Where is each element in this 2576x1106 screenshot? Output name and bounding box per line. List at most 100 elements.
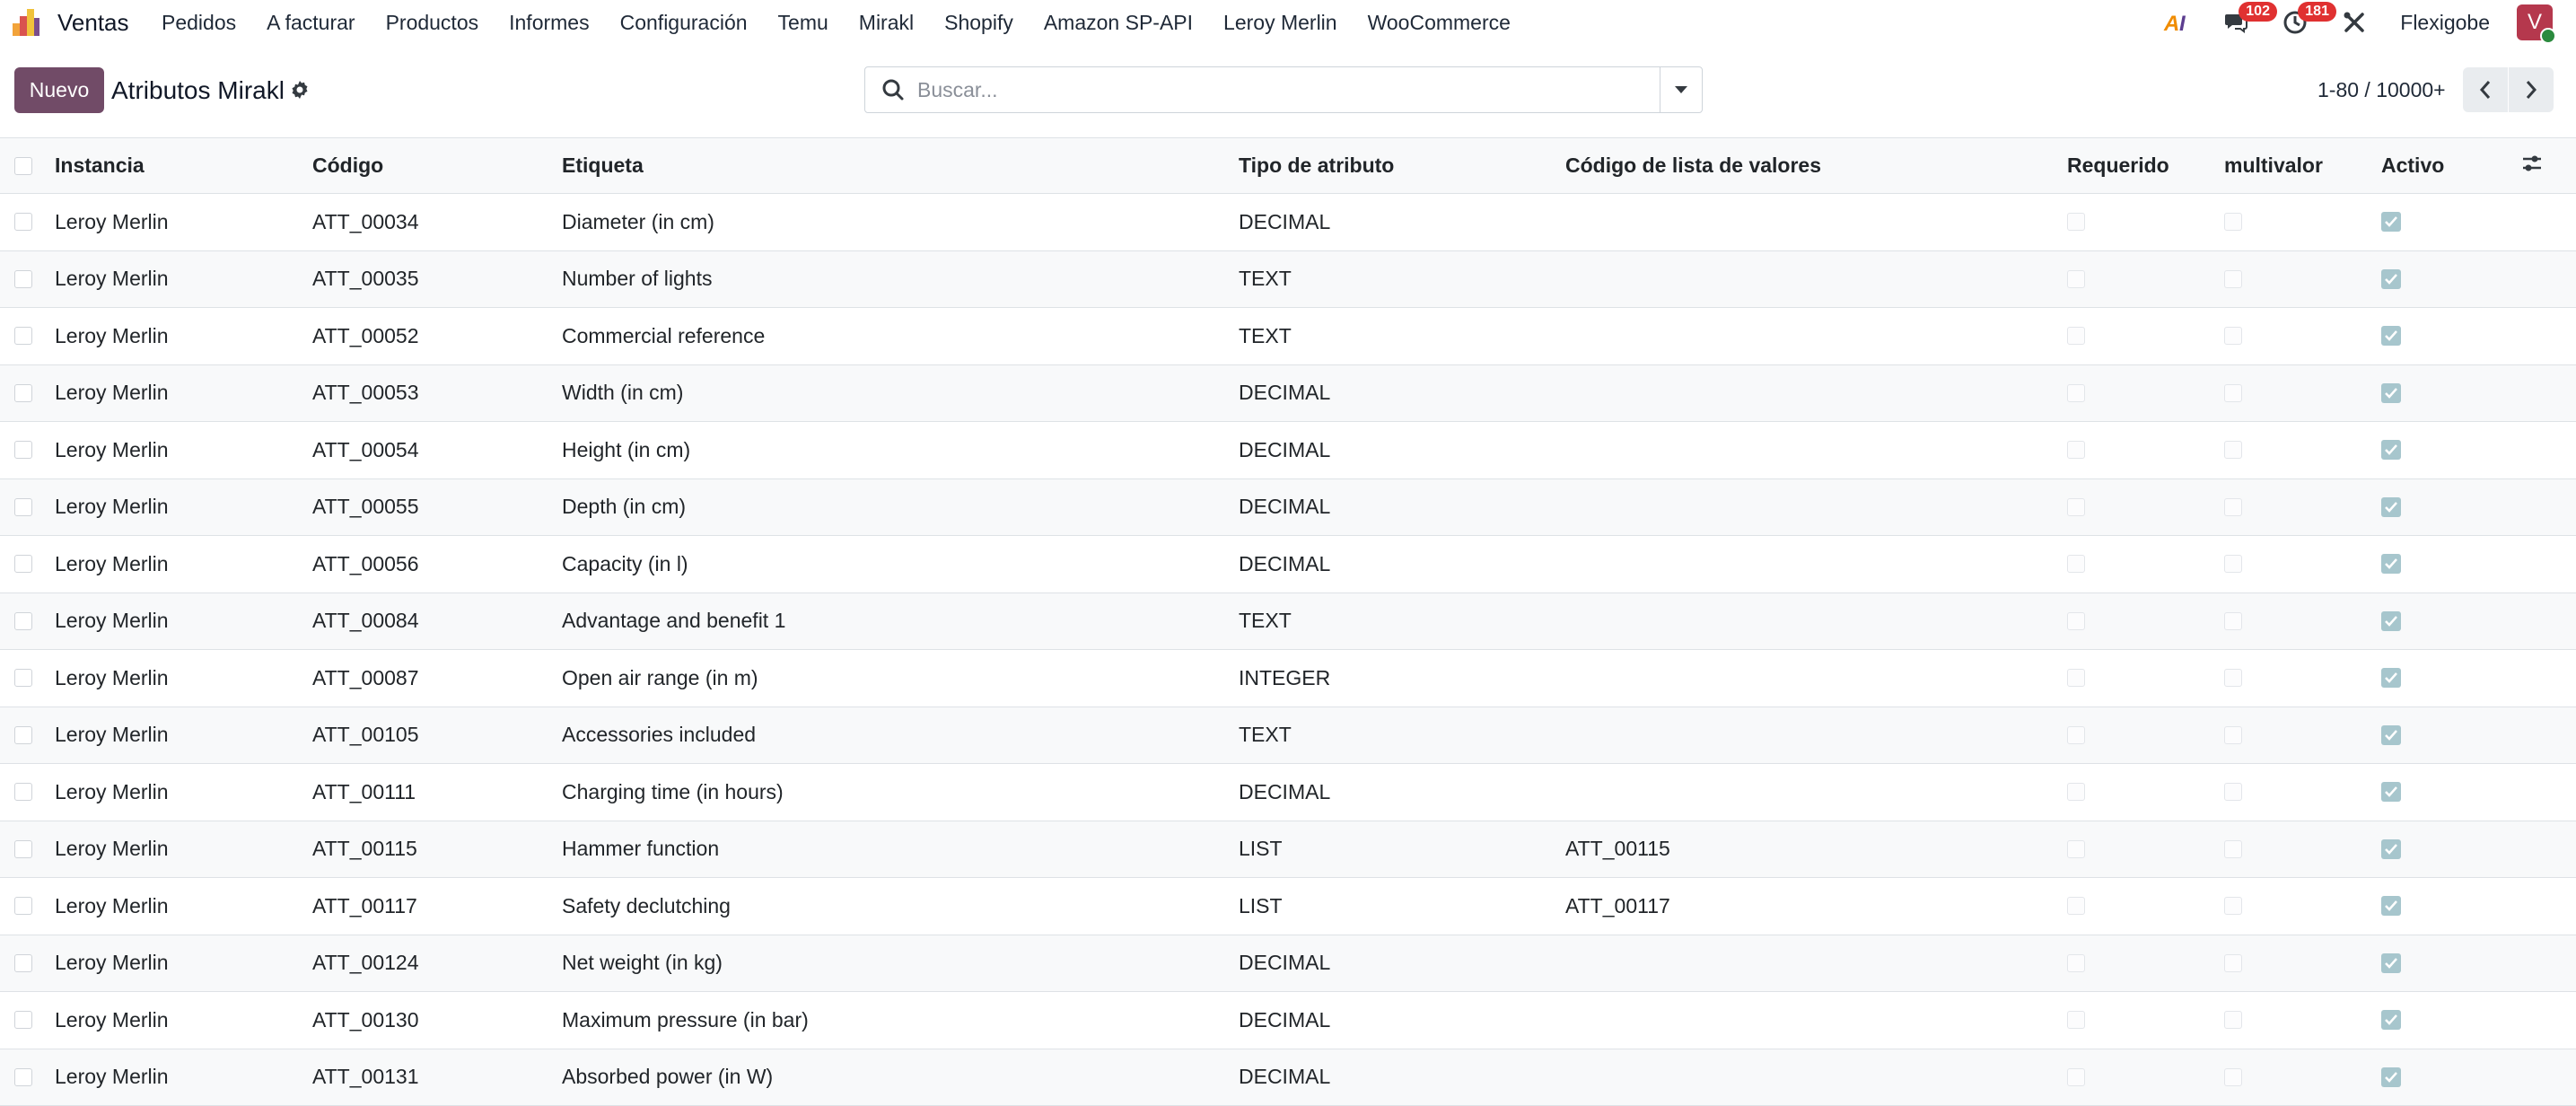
menu-item-pedidos[interactable]: Pedidos [162, 11, 236, 35]
table-row[interactable]: Leroy Merlin ATT_00115 Hammer function LIST… [0, 821, 2576, 878]
column-header-multivalor[interactable]: multivalor [2224, 137, 2381, 194]
menu-item-informes[interactable]: Informes [509, 11, 589, 35]
row-select-checkbox[interactable] [0, 707, 55, 764]
cell-codigo-lista-valores [1565, 193, 2067, 251]
cell-empty [2520, 250, 2576, 308]
pager-previous-button[interactable] [2463, 67, 2508, 112]
table-row[interactable]: Leroy Merlin ATT_00056 Capacity (in l) DECI… [0, 535, 2576, 593]
cell-codigo-lista-valores [1565, 649, 2067, 707]
cell-activo-checkbox [2381, 821, 2520, 878]
cell-activo-checkbox [2381, 991, 2520, 1049]
search-input[interactable] [916, 76, 1637, 103]
user-avatar[interactable]: V [2517, 4, 2556, 44]
gear-icon[interactable] [289, 79, 311, 101]
cell-codigo: ATT_00115 [312, 821, 562, 878]
cell-empty [2520, 1049, 2576, 1106]
activities-clock-icon[interactable]: 181 [2282, 2, 2336, 36]
optional-columns-toggle[interactable] [2520, 137, 2576, 194]
table-row[interactable]: Leroy Merlin ATT_00054 Height (in cm) DECIM… [0, 421, 2576, 479]
table-row[interactable]: Leroy Merlin ATT_00035 Number of lights TEX… [0, 250, 2576, 308]
app-name[interactable]: Ventas [57, 0, 129, 45]
cell-multivalor-checkbox [2224, 592, 2381, 650]
table-row[interactable]: Leroy Merlin ATT_00084 Advantage and benef… [0, 592, 2576, 650]
cell-etiqueta: Charging time (in hours) [562, 763, 1239, 821]
cell-instancia: Leroy Merlin [55, 649, 312, 707]
row-select-checkbox[interactable] [0, 421, 55, 479]
svg-text:A: A [2163, 12, 2179, 36]
menu-item-temu[interactable]: Temu [778, 11, 828, 35]
select-all-checkbox[interactable] [0, 137, 55, 194]
row-select-checkbox[interactable] [0, 193, 55, 251]
menu-item-amazon-sp-api[interactable]: Amazon SP-API [1044, 11, 1193, 35]
table-row[interactable]: Leroy Merlin ATT_00111 Charging time (in h… [0, 763, 2576, 821]
column-header-requerido[interactable]: Requerido [2067, 137, 2224, 194]
table-row[interactable]: Leroy Merlin ATT_00052 Commercial referenc… [0, 307, 2576, 365]
row-select-checkbox[interactable] [0, 877, 55, 935]
menu-item-configuracion[interactable]: Configuración [620, 11, 748, 35]
row-select-checkbox[interactable] [0, 250, 55, 308]
menu-item-leroy-merlin[interactable]: Leroy Merlin [1223, 11, 1337, 35]
cell-empty [2520, 592, 2576, 650]
sales-app-icon[interactable] [11, 7, 43, 38]
menu-item-mirakl[interactable]: Mirakl [859, 11, 914, 35]
column-header-codigo[interactable]: Código [312, 137, 562, 194]
cell-codigo: ATT_00111 [312, 763, 562, 821]
company-switcher[interactable]: Flexigobe [2400, 11, 2490, 35]
cell-empty [2520, 877, 2576, 935]
table-row[interactable]: Leroy Merlin ATT_00055 Depth (in cm) DECIMA… [0, 478, 2576, 536]
row-select-checkbox[interactable] [0, 592, 55, 650]
row-select-checkbox[interactable] [0, 649, 55, 707]
row-select-checkbox[interactable] [0, 364, 55, 422]
row-select-checkbox[interactable] [0, 1049, 55, 1106]
cell-instancia: Leroy Merlin [55, 592, 312, 650]
control-panel: Nuevo Atributos Mirakl 1-80 / 10000+ [0, 45, 2576, 135]
caret-down-icon [1675, 86, 1687, 93]
table-row[interactable]: Leroy Merlin ATT_00130 Maximum pressure (i… [0, 991, 2576, 1049]
table-row[interactable]: Leroy Merlin ATT_00131 Absorbed power (in … [0, 1049, 2576, 1106]
row-select-checkbox[interactable] [0, 821, 55, 878]
cell-codigo: ATT_00131 [312, 1049, 562, 1106]
cell-instancia: Leroy Merlin [55, 364, 312, 422]
row-select-checkbox[interactable] [0, 478, 55, 536]
pager-value[interactable]: 1-80 / 10000+ [2318, 67, 2446, 112]
cell-empty [2520, 421, 2576, 479]
row-select-checkbox[interactable] [0, 991, 55, 1049]
menu-item-woocommerce[interactable]: WooCommerce [1368, 11, 1511, 35]
search-options-toggle[interactable] [1660, 67, 1702, 112]
cell-codigo: ATT_00056 [312, 535, 562, 593]
new-button[interactable]: Nuevo [14, 67, 104, 113]
activities-badge: 181 [2298, 2, 2336, 22]
table-row[interactable]: Leroy Merlin ATT_00053 Width (in cm) DECIMA… [0, 364, 2576, 422]
row-select-checkbox[interactable] [0, 763, 55, 821]
row-select-checkbox[interactable] [0, 307, 55, 365]
column-header-activo[interactable]: Activo [2381, 137, 2520, 194]
row-select-checkbox[interactable] [0, 935, 55, 992]
cell-etiqueta: Accessories included [562, 707, 1239, 764]
cell-codigo-lista-valores [1565, 991, 2067, 1049]
cell-codigo: ATT_00087 [312, 649, 562, 707]
cell-requerido-checkbox [2067, 649, 2224, 707]
column-header-tipo-de-atributo[interactable]: Tipo de atributo [1239, 137, 1565, 194]
table-row[interactable]: Leroy Merlin ATT_00124 Net weight (in kg) D… [0, 935, 2576, 992]
cell-codigo: ATT_00053 [312, 364, 562, 422]
column-header-etiqueta[interactable]: Etiqueta [562, 137, 1239, 194]
menu-item-shopify[interactable]: Shopify [944, 11, 1013, 35]
table-row[interactable]: Leroy Merlin ATT_00034 Diameter (in cm) DEC… [0, 193, 2576, 251]
cell-activo-checkbox [2381, 1049, 2520, 1106]
debug-tools-icon[interactable] [2341, 9, 2368, 36]
cell-requerido-checkbox [2067, 535, 2224, 593]
table-row[interactable]: Leroy Merlin ATT_00105 Accessories include… [0, 707, 2576, 764]
online-status-dot [2540, 28, 2556, 44]
menu-item-productos[interactable]: Productos [386, 11, 479, 35]
cell-multivalor-checkbox [2224, 193, 2381, 251]
menu-item-a-facturar[interactable]: A facturar [267, 11, 355, 35]
column-header-codigo-lista-valores[interactable]: Código de lista de valores [1565, 137, 2067, 194]
table-row[interactable]: Leroy Merlin ATT_00087 Open air range (in … [0, 649, 2576, 707]
row-select-checkbox[interactable] [0, 535, 55, 593]
table-row[interactable]: Leroy Merlin ATT_00117 Safety declutching L… [0, 877, 2576, 935]
column-header-instancia[interactable]: Instancia [55, 137, 312, 194]
pager-next-button[interactable] [2509, 67, 2554, 112]
messages-badge: 102 [2239, 2, 2277, 22]
ai-icon[interactable]: A I [2163, 9, 2190, 36]
messages-icon[interactable]: 102 [2222, 2, 2277, 36]
